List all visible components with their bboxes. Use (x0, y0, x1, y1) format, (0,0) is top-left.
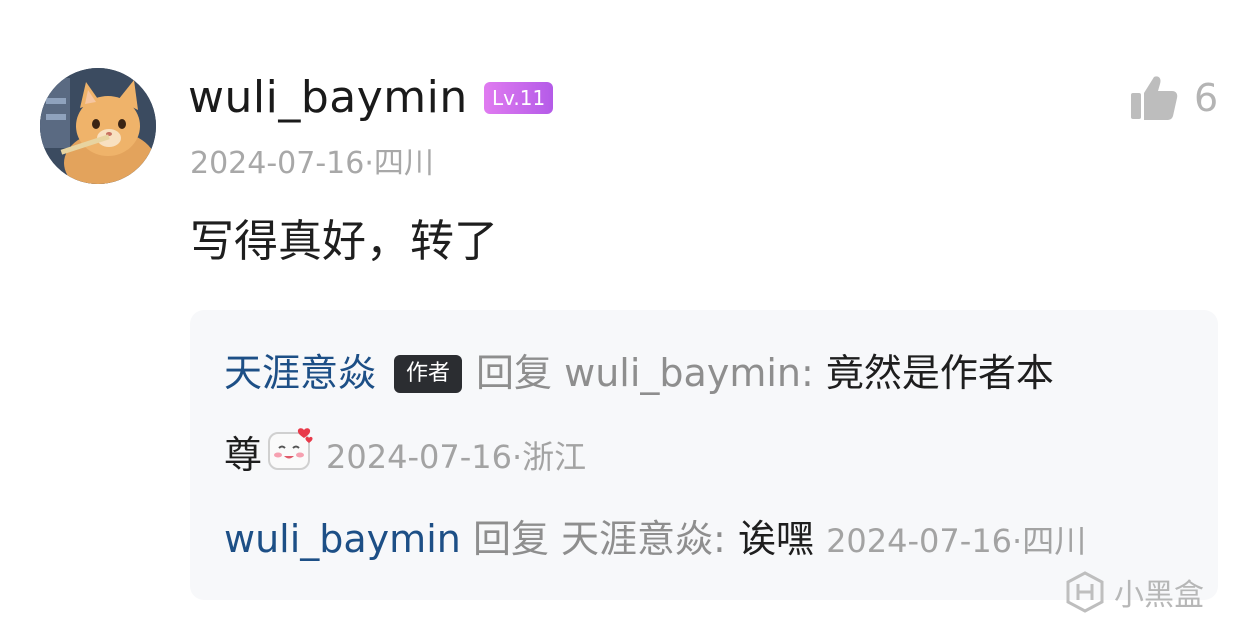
cat-avatar-icon (40, 68, 156, 184)
blushing-face-emoji (268, 428, 313, 470)
reply-thread[interactable]: 天涯意焱 作者 回复 wuli_baymin: 竟然是作者本 尊 2024-07-1… (190, 310, 1218, 600)
reply-content-continued: 尊 (224, 433, 263, 477)
reply-item[interactable]: 天涯意焱 作者 回复 wuli_baymin: 竟然是作者本 (224, 346, 1054, 400)
comment-date: 2024-07-16 (190, 146, 365, 181)
comment-meta: 2024-07-16·四川 (190, 144, 434, 184)
reply-author[interactable]: 天涯意焱 (224, 351, 376, 395)
reply-separator: · (1012, 522, 1023, 560)
reply-date: 2024-07-16 (326, 438, 512, 476)
meta-separator: · (364, 146, 374, 181)
heybox-logo-icon (1066, 571, 1104, 613)
author-badge: 作者 (394, 355, 463, 393)
reply-target[interactable]: wuli_baymin: (564, 351, 814, 395)
reply-date: 2024-07-16 (826, 522, 1013, 560)
like-button[interactable]: 6 (1128, 70, 1228, 126)
reply-content: 竟然是作者本 (825, 351, 1054, 395)
reply-target[interactable]: 天涯意焱: (561, 517, 726, 561)
reply-location: 四川 (1022, 522, 1087, 560)
comment-location: 四川 (373, 146, 434, 181)
reply-word: 回复 (476, 351, 553, 395)
watermark: 小黑盒 (1064, 570, 1204, 614)
reply-item[interactable]: wuli_baymin 回复 天涯意焱: 诶嘿 2024-07-16·四川 (224, 512, 1086, 568)
like-count: 6 (1194, 76, 1219, 120)
thumbs-up-icon (1131, 76, 1178, 120)
level-badge: Lv.11 (484, 82, 554, 114)
username[interactable]: wuli_baymin (188, 70, 468, 126)
reply-item-continued: 尊 2024-07-16·浙江 (224, 426, 586, 484)
reply-content: 诶嘿 (737, 517, 814, 561)
reply-author[interactable]: wuli_baymin (224, 517, 461, 561)
comment-text: 写得真好，转了 (190, 216, 498, 267)
reply-location: 浙江 (522, 438, 587, 476)
avatar[interactable] (40, 68, 156, 184)
reply-word: 回复 (472, 517, 549, 561)
reply-separator: · (511, 438, 523, 476)
watermark-text: 小黑盒 (1114, 578, 1204, 613)
